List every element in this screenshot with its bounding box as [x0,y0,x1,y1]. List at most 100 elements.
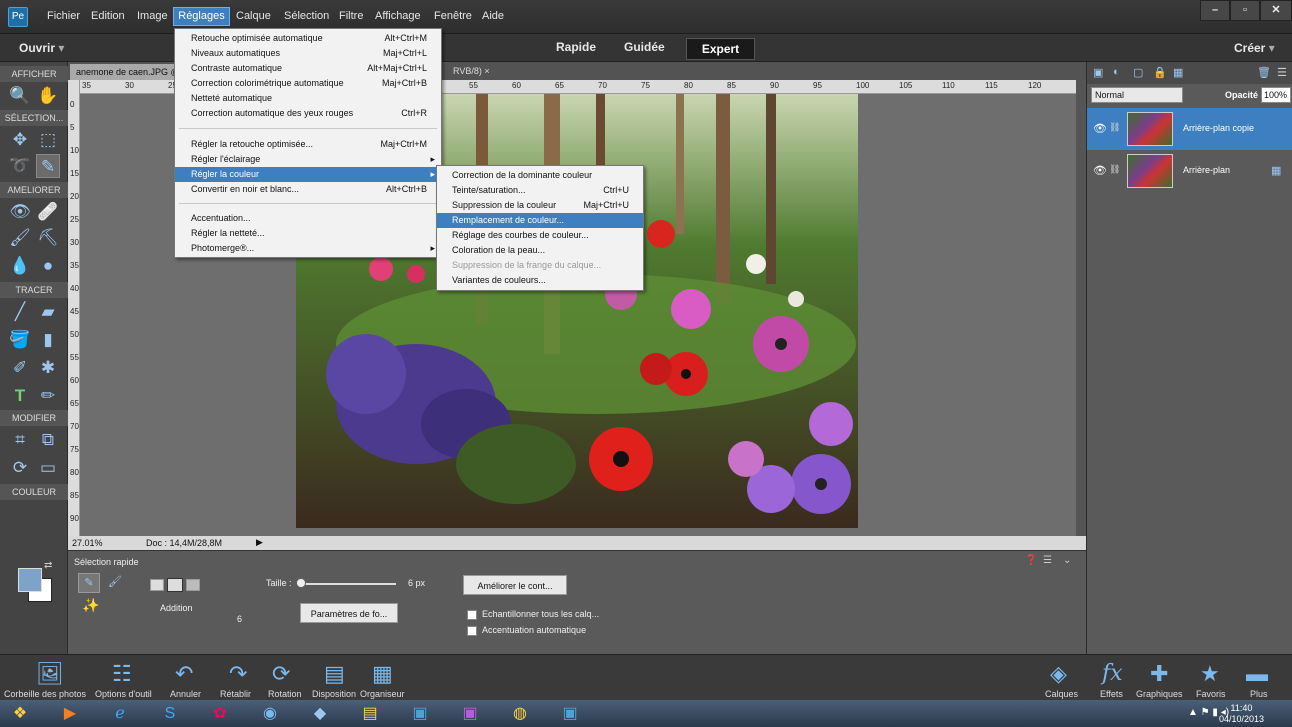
file-explorer-icon[interactable]: ▤ [350,702,390,725]
favorites-label[interactable]: Favoris [1196,689,1226,699]
menu-item-auto-smart-fix[interactable]: Retouche optimisée automatique Alt+Ctrl+M [175,31,441,46]
type-tool-icon[interactable]: T [8,384,32,408]
spot-healing-tool-icon[interactable]: 🩹 [36,200,60,224]
size-slider-thumb[interactable] [296,578,306,588]
layer-mask-icon[interactable]: ▢ [1133,66,1143,79]
submenu-replace-color[interactable]: Remplacement de couleur... [437,213,643,228]
layout-icon[interactable]: ▤ [324,661,345,687]
new-layer-icon[interactable]: ▣ [1093,66,1103,79]
menu-item-auto-sharpen[interactable]: Netteté automatique [175,91,441,106]
eraser-tool-icon[interactable]: ▰ [36,300,60,324]
organizer-label[interactable]: Organiseur [360,689,405,699]
visibility-eye-icon[interactable]: 👁 [1093,122,1107,135]
submenu-remove-color[interactable]: Suppression de la couleur Maj+Ctrl+U [437,198,643,213]
internet-explorer-icon[interactable]: ℯ [100,702,140,725]
swap-colors-icon[interactable]: ⇄ [44,560,52,571]
eyedropper-tool-icon[interactable]: ✐ [8,356,32,380]
adjustment-layer-icon[interactable]: ◐ [1113,66,1120,78]
zoom-level[interactable]: 27.01% [72,538,103,548]
chrome-icon[interactable]: ◍ [500,702,540,725]
photo-bin-icon[interactable]: 🖼 [36,661,64,687]
document-tab[interactable]: anemone de caen.JPG @ [70,64,178,80]
marquee-tool-icon[interactable]: ⬚ [36,128,60,152]
app-icon-6[interactable]: ◆ [300,702,340,725]
lock-transparency-icon[interactable]: ▦ [1173,66,1183,79]
menu-item-auto-red-eye[interactable]: Correction automatique des yeux rouges Ct… [175,106,441,121]
menu-item-adjust-sharpness[interactable]: Régler la netteté... [175,226,441,241]
graphics-icon[interactable]: ✚ [1150,661,1168,687]
menu-selection[interactable]: Sélection [284,10,329,22]
rotate-label[interactable]: Rotation [268,689,302,699]
rotate-icon[interactable]: ⟳ [272,661,290,687]
favorites-icon[interactable]: ★ [1200,661,1220,687]
more-icon[interactable]: ▬ [1246,661,1268,687]
more-label[interactable]: Plus [1250,689,1268,699]
selection-brush-variant-icon[interactable]: 🖌 [104,573,126,593]
menu-fichier[interactable]: Fichier [47,10,80,22]
options-menu-icon[interactable]: ☰ [1043,555,1052,566]
open-button[interactable]: Ouvrir ▾ [19,41,64,55]
opacity-input[interactable]: 100% [1261,87,1291,103]
paint-bucket-tool-icon[interactable]: 🪣 [8,328,32,352]
submenu-remove-color-cast[interactable]: Correction de la dominante couleur [437,168,643,183]
crop-tool-icon[interactable]: ⌗ [8,428,32,452]
blur-tool-icon[interactable]: 💧 [8,254,32,278]
layer-row-selected[interactable]: 👁 ⛓ Arrière-plan copie [1087,108,1292,150]
pse-taskbar-icon[interactable]: ▣ [400,702,440,725]
menu-item-adjust-lighting[interactable]: Régler l'éclairage ▸ [175,152,441,167]
recompose-tool-icon[interactable]: ⧉ [36,428,60,452]
effects-icon[interactable]: fx [1102,661,1123,686]
pse-editor-taskbar-icon[interactable]: ▣ [550,702,590,725]
layers-icon[interactable]: ◈ [1050,661,1067,687]
brush-settings-button[interactable]: Paramètres de fo... [300,603,398,623]
pencil-tool-icon[interactable]: ✏ [36,384,60,408]
minimize-button[interactable]: – [1200,0,1230,21]
content-aware-move-icon[interactable]: ⟳ [8,456,32,480]
subtract-selection-icon[interactable] [186,579,200,591]
link-icon[interactable]: ⛓ [1109,122,1120,133]
sponge-tool-icon[interactable]: ● [36,254,60,278]
create-button[interactable]: Créer ▾ [1234,41,1275,55]
add-to-selection-icon[interactable] [167,578,183,592]
new-selection-icon[interactable] [150,579,164,591]
sample-all-layers-checkbox[interactable] [467,610,477,620]
submenu-color-variations[interactable]: Variantes de couleurs... [437,273,643,288]
skype-icon[interactable]: S [150,702,190,725]
picasa-icon[interactable]: ✿ [200,702,240,725]
redo-label[interactable]: Rétablir [220,689,251,699]
delete-layer-icon[interactable]: 🗑 [1257,66,1271,79]
lock-icon[interactable]: 🔒 [1153,66,1167,79]
auto-enhance-checkbox[interactable] [467,626,477,636]
clone-stamp-tool-icon[interactable]: ⛏ [36,226,60,250]
menu-item-convert-bw[interactable]: Convertir en noir et blanc... Alt+Ctrl+B [175,182,441,197]
media-center-icon[interactable]: ▶ [50,702,90,725]
mode-rapide[interactable]: Rapide [556,40,596,54]
lasso-tool-icon[interactable]: ➰ [8,154,32,178]
organizer-icon[interactable]: ▦ [372,661,393,687]
panel-menu-icon[interactable]: ☰ [1277,66,1287,79]
help-icon[interactable]: ❓ [1025,555,1037,566]
smart-brush-tool-icon[interactable]: 🖌 [8,226,32,250]
blend-mode-select[interactable]: Normal [1091,87,1183,103]
magic-wand-icon[interactable]: ✨ [82,597,99,614]
menu-item-adjust-smart-fix[interactable]: Régler la retouche optimisée... Maj+Ctrl+… [175,137,441,152]
photo-bin-label[interactable]: Corbeille des photos [4,689,86,699]
layout-label[interactable]: Disposition [312,689,356,699]
tool-options-icon[interactable]: ☷ [112,661,132,687]
hand-tool-icon[interactable]: ✋ [36,84,60,108]
zoom-tool-icon[interactable]: 🔍 [8,84,32,108]
brush-tool-icon[interactable]: ╱ [8,300,32,324]
collapse-icon[interactable]: ⌄ [1063,555,1071,566]
red-eye-tool-icon[interactable]: 👁 [8,200,32,224]
menu-affichage[interactable]: Affichage [375,10,421,22]
submenu-hue-saturation[interactable]: Teinte/saturation... Ctrl+U [437,183,643,198]
undo-label[interactable]: Annuler [170,689,201,699]
status-menu-arrow-icon[interactable]: ▶ [256,537,263,548]
layer-row[interactable]: 👁 ⛓ Arrière-plan ▦ [1087,150,1292,192]
menu-fenetre[interactable]: Fenêtre [434,10,472,22]
organizer-taskbar-icon[interactable]: ▣ [450,702,490,725]
move-tool-icon[interactable]: ✥ [8,128,32,152]
menu-image[interactable]: Image [137,10,168,22]
foreground-color-swatch[interactable] [18,568,42,592]
submenu-color-curves[interactable]: Réglage des courbes de couleur... [437,228,643,243]
